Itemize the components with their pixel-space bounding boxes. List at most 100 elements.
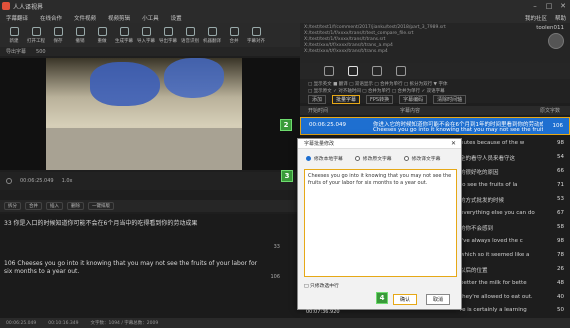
export-icon: [163, 26, 173, 36]
app-title: 人人译视界: [13, 3, 44, 11]
list-item[interactable]: everything else you can do: [460, 210, 550, 216]
video-preview[interactable]: [46, 58, 242, 170]
clear-timeline-button[interactable]: 清除时间轴: [433, 94, 467, 104]
list-item[interactable]: 全的看守人员来看守这: [460, 154, 550, 162]
merge-icon: [229, 26, 239, 36]
list-item[interactable]: better the milk for bette: [460, 280, 550, 286]
menu-item[interactable]: 设置: [165, 14, 188, 22]
confirm-button[interactable]: 确认: [393, 294, 417, 305]
status-time-left: 00:06:25.049: [6, 320, 37, 326]
options-line-1[interactable]: □ 显示英文 ■ 翻译 □ 双语显示 □ 合并为单行 □ 拆分为双行 ▼ 字体: [308, 81, 562, 88]
video-tray: [46, 128, 242, 170]
toolbar-button[interactable]: 合并: [223, 23, 245, 47]
redo-icon: [97, 26, 107, 36]
toolbar-button[interactable]: 导出字幕: [157, 23, 179, 47]
toolbar-button[interactable]: 字幕对齐: [245, 23, 267, 47]
help-link[interactable]: 帮助: [555, 14, 566, 22]
row-time: 00:06:25.049: [309, 122, 346, 128]
toolbar-button[interactable]: 重做: [91, 23, 113, 47]
menu-item[interactable]: 视频剪辑: [102, 14, 136, 22]
minimize-icon[interactable]: –: [528, 0, 542, 12]
menu-bar: 字幕翻译 在线合作 文件视频 视频剪辑 小工具 设置 我的社区 帮助: [0, 12, 570, 23]
list-count: 58: [557, 224, 564, 230]
video-right-pad: [242, 58, 300, 170]
list-item[interactable]: they're allowed to eat out.: [460, 294, 550, 300]
toolbar-button[interactable]: 机器翻译: [201, 23, 223, 47]
save-icon: [53, 26, 63, 36]
list-count: 98: [557, 238, 564, 244]
close-icon[interactable]: ✕: [556, 0, 570, 12]
font-size-value[interactable]: 500: [36, 49, 46, 55]
maximize-icon[interactable]: □: [542, 0, 556, 12]
insert-button[interactable]: 插入: [46, 202, 63, 210]
toolbar-button[interactable]: 导入字幕: [135, 23, 157, 47]
encode-button[interactable]: 字幕编码: [399, 94, 428, 104]
title-bar: 人人译视界 – □ ✕: [0, 0, 570, 12]
translation-count: 106: [270, 274, 280, 280]
add-button[interactable]: 添加: [308, 94, 327, 104]
list-count: 98: [557, 140, 564, 146]
radio-translation[interactable]: 修改译文字幕: [403, 155, 440, 162]
radio-source[interactable]: 修改原文字幕: [354, 155, 392, 162]
align-icon: [251, 26, 261, 36]
toolbar-button[interactable]: 生成字幕: [113, 23, 135, 47]
dialog-close-icon[interactable]: ✕: [451, 140, 456, 147]
play-icon[interactable]: [6, 178, 12, 184]
list-item[interactable]: re is certainly a learning: [460, 307, 550, 313]
menu-item[interactable]: 文件视频: [68, 14, 102, 22]
list-item[interactable]: 的方式批发的时候: [460, 196, 550, 204]
status-counts: 文字数：1094 / 字幕总数：2009: [90, 321, 159, 326]
toolbar-button[interactable]: 打开工程: [25, 23, 47, 47]
dialog-title-bar: 字幕批量修改 ✕: [298, 139, 461, 149]
toolbar-button[interactable]: 撤销: [69, 23, 91, 47]
right-tabs: [300, 63, 570, 79]
merge-button[interactable]: 合并: [25, 202, 42, 210]
tab-chart-icon[interactable]: [396, 66, 406, 76]
avatar[interactable]: [548, 33, 564, 49]
menu-item[interactable]: 字幕翻译: [0, 14, 34, 22]
split-button[interactable]: 拆分: [4, 202, 21, 210]
row-count: 106: [552, 123, 564, 129]
line-editor[interactable]: 33 你是入口的时候知道你可能不会在6个月当中的吃得看到你的劳动成果 33 10…: [0, 214, 300, 310]
community-link[interactable]: 我的社区: [525, 14, 547, 22]
list-item[interactable]: to see the fruits of la: [460, 182, 550, 188]
radio-dot: [403, 156, 409, 161]
undo-icon: [75, 26, 85, 36]
list-item[interactable]: which so it seemed like a: [460, 252, 550, 258]
edit-toolbar: 拆分 合并 插入 删除 一键排版: [0, 200, 300, 212]
tab-subtitle-icon[interactable]: [348, 66, 358, 76]
format-button[interactable]: 一键排版: [88, 202, 114, 210]
toolbar-button[interactable]: 保存: [47, 23, 69, 47]
playback-speed[interactable]: 1.0x: [62, 178, 73, 184]
list-item[interactable]: 以后的位置: [460, 266, 550, 274]
user-name[interactable]: toolen011: [536, 25, 564, 31]
cancel-button[interactable]: 取消: [426, 294, 450, 305]
subtitle-textarea[interactable]: Cheeses you go into it knowing that you …: [304, 169, 457, 277]
toolbar-button[interactable]: 语音识别: [179, 23, 201, 47]
col-text: 字幕内容: [400, 108, 421, 114]
status-bar: 00:06:25.049 00:10:16.349 文字数：1094 / 字幕总…: [0, 318, 570, 328]
menu-item[interactable]: 小工具: [136, 14, 165, 22]
selected-only-checkbox[interactable]: □ 只修改选中行: [304, 282, 339, 289]
tab-edit-icon[interactable]: [324, 66, 334, 76]
translation-line[interactable]: 106 Cheeses you go into it knowing that …: [4, 260, 264, 276]
status-time-mid: 00:10:16.349: [48, 320, 79, 326]
menu-item[interactable]: 在线合作: [34, 14, 68, 22]
toolbar-button[interactable]: 新建: [3, 23, 25, 47]
open-icon: [31, 26, 41, 36]
list-item[interactable]: nutes because of the w: [460, 140, 550, 146]
list-item[interactable]: 的你不会感到: [460, 224, 550, 232]
fps-button[interactable]: FPS转换: [366, 94, 394, 104]
tab-tools-icon[interactable]: [372, 66, 382, 76]
radio-local[interactable]: 修改本地字幕: [306, 155, 343, 162]
video-left-pad: [0, 58, 46, 170]
list-item[interactable]: 的很好吃的原因: [460, 168, 550, 176]
delete-button[interactable]: 删除: [67, 202, 84, 210]
file-entry[interactable]: X:/test/xxx/t/f/xxxx/trans/t/trans.mp4: [304, 49, 566, 55]
list-count: 26: [557, 266, 564, 272]
batch-subtitle-button[interactable]: 批量字幕: [332, 94, 361, 104]
source-line[interactable]: 33 你是入口的时候知道你可能不会在6个月当中的吃得看到你的劳动成果: [4, 218, 264, 227]
list-item[interactable]: I've always loved the c: [460, 238, 550, 244]
selected-subtitle-row[interactable]: 00:06:25.049 你进入它的时候知道你可能不会在6个月到1年的时间里看到…: [300, 117, 570, 135]
export-label[interactable]: 导出字幕: [6, 48, 26, 55]
